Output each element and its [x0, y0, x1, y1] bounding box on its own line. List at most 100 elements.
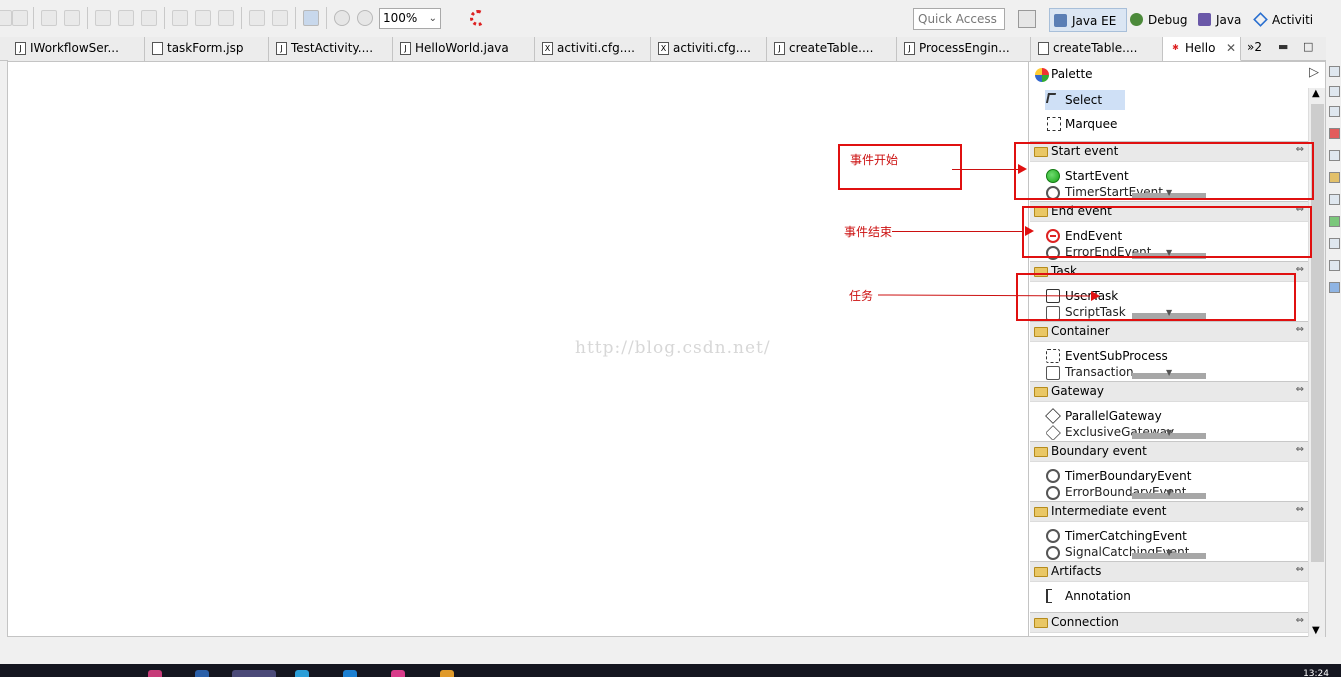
restore-icon[interactable]	[1329, 66, 1340, 77]
align-top-icon[interactable]	[172, 10, 188, 26]
scroll-up-icon[interactable]: ▲	[1312, 88, 1320, 99]
java-file-icon: J	[400, 42, 411, 55]
restore-icon[interactable]	[1329, 260, 1340, 271]
console-view-icon[interactable]	[1329, 194, 1340, 205]
open-perspective-icon[interactable]	[1018, 10, 1036, 28]
problems-view-icon[interactable]	[1329, 128, 1340, 139]
tab-createtable-java[interactable]: JcreateTable....	[767, 37, 897, 61]
restore-icon[interactable]	[1329, 106, 1340, 117]
taskbar-app-icon[interactable]	[343, 670, 357, 677]
taskbar-app-icon[interactable]	[148, 670, 162, 677]
tab-createtable-diagram[interactable]: createTable....	[1031, 37, 1163, 61]
scroll-down-icon[interactable]: ▼	[1312, 625, 1320, 636]
copy-icon[interactable]	[41, 10, 57, 26]
drawer-header[interactable]: Intermediate event ⇔	[1030, 501, 1308, 522]
search-view-icon[interactable]	[1329, 282, 1340, 293]
drawer-expand-bar[interactable]: ▼	[1132, 428, 1206, 439]
align-left-icon[interactable]	[95, 10, 111, 26]
restore-icon[interactable]	[1329, 238, 1340, 249]
select-tool[interactable]: Select	[1045, 90, 1125, 110]
drawer-header[interactable]: Gateway ⇔	[1030, 381, 1308, 402]
align-right-icon[interactable]	[141, 10, 157, 26]
pin-icon[interactable]: ⇔	[1296, 384, 1304, 395]
maximize-icon[interactable]: □	[1303, 40, 1313, 53]
align-bottom-icon[interactable]	[218, 10, 234, 26]
drawer-header[interactable]: Connection ⇔	[1030, 612, 1308, 633]
transaction-icon	[1046, 366, 1060, 380]
servers-view-icon[interactable]	[1329, 216, 1340, 227]
minimize-icon[interactable]: ▬	[1278, 40, 1288, 53]
chevron-down-icon[interactable]: ⌄	[429, 9, 437, 28]
tab-taskform-jsp[interactable]: taskForm.jsp	[145, 37, 269, 61]
redo-icon[interactable]	[12, 10, 28, 26]
zoom-combo[interactable]: 100% ⌄	[379, 8, 441, 29]
palette-item-parallelgateway[interactable]: ParallelGateway	[1045, 406, 1162, 426]
close-icon[interactable]: ✕	[1226, 37, 1236, 60]
perspective-activiti[interactable]: Activiti	[1250, 8, 1320, 32]
tab-label: IWorkflowSer...	[30, 41, 119, 55]
loading-spinner-icon	[470, 10, 486, 26]
zoom-out-icon[interactable]	[334, 10, 350, 26]
marquee-tool[interactable]: Marquee	[1045, 114, 1135, 134]
tabs-overflow-button[interactable]: »2	[1247, 40, 1262, 54]
zoom-in-icon[interactable]	[357, 10, 373, 26]
drawer-artifacts[interactable]: Artifacts ⇔ Annotation	[1030, 561, 1308, 611]
taskbar-app-icon[interactable]	[195, 670, 209, 677]
drawer-boundary-event[interactable]: Boundary event ⇔ TimerBoundaryEvent Error…	[1030, 441, 1308, 501]
tab-helloworld-java[interactable]: J HelloWorld.java	[393, 37, 535, 61]
activiti-icon	[1253, 12, 1268, 27]
align-middle-icon[interactable]	[195, 10, 211, 26]
align-center-icon[interactable]	[118, 10, 134, 26]
paste-icon[interactable]	[64, 10, 80, 26]
drawer-expand-bar[interactable]: ▼	[1132, 548, 1206, 559]
undo-icon[interactable]	[0, 10, 12, 26]
pin-icon[interactable]: ⇔	[1296, 504, 1304, 515]
drawer-expand-bar[interactable]: ▼	[1132, 488, 1206, 499]
pin-icon[interactable]: ⇔	[1296, 324, 1304, 335]
tasks-view-icon[interactable]	[1329, 172, 1340, 183]
drawer-header[interactable]: Boundary event ⇔	[1030, 441, 1308, 462]
tab-hello[interactable]: ✱ Hello ✕	[1163, 37, 1241, 61]
tab-testactivity[interactable]: J TestActivity....	[269, 37, 393, 61]
drawer-header[interactable]: Container ⇔	[1030, 321, 1308, 342]
pin-icon[interactable]: ⇔	[1296, 264, 1304, 275]
match-width-icon[interactable]	[272, 10, 288, 26]
perspective-debug[interactable]: Debug	[1126, 8, 1190, 32]
palette-item-timercatchingevent[interactable]: TimerCatchingEvent	[1046, 526, 1187, 546]
tab-activiti-cfg-1[interactable]: Xactiviti.cfg....	[535, 37, 651, 61]
highlight-box	[1014, 142, 1314, 200]
error-boundary-icon	[1046, 486, 1060, 500]
drawer-intermediate-event[interactable]: Intermediate event ⇔ TimerCatchingEvent S…	[1030, 501, 1308, 561]
perspective-label: Debug	[1148, 13, 1188, 27]
outline-view-icon[interactable]	[1329, 86, 1340, 97]
export-icon[interactable]	[303, 10, 319, 26]
tab-processengine[interactable]: J ProcessEngin...	[897, 37, 1031, 61]
pin-icon[interactable]: ⇔	[1296, 444, 1304, 455]
taskbar-app-icon[interactable]	[440, 670, 454, 677]
drawer-container[interactable]: Container ⇔ EventSubProcess Transaction ▼	[1030, 321, 1308, 381]
perspective-java-ee[interactable]: Java EE	[1049, 8, 1127, 32]
drawer-label: Gateway	[1051, 384, 1105, 398]
taskbar-app-icon[interactable]	[295, 670, 309, 677]
pin-icon[interactable]: ⇔	[1296, 615, 1304, 626]
palette-item-annotation[interactable]: Annotation	[1046, 586, 1131, 606]
drawer-connection[interactable]: Connection ⇔	[1030, 612, 1308, 634]
taskbar-app-eclipse[interactable]	[232, 670, 276, 677]
palette-item-eventsubprocess[interactable]: EventSubProcess	[1046, 346, 1168, 366]
tab-iworkflowservice[interactable]: J IWorkflowSer...	[8, 37, 145, 61]
drawer-label: Container	[1051, 324, 1110, 338]
tab-activiti-cfg-2[interactable]: Xactiviti.cfg....	[651, 37, 767, 61]
drawer-header[interactable]: Artifacts ⇔	[1030, 561, 1308, 582]
chevron-right-icon[interactable]: ▷	[1309, 65, 1319, 80]
taskbar-app-icon[interactable]	[391, 670, 405, 677]
perspective-java[interactable]: Java	[1194, 8, 1248, 32]
palette-item-transaction[interactable]: Transaction	[1046, 364, 1134, 380]
properties-view-icon[interactable]	[1329, 150, 1340, 161]
drawer-expand-bar[interactable]: ▼	[1132, 368, 1206, 379]
match-height-icon[interactable]	[249, 10, 265, 26]
palette-item-timerboundaryevent[interactable]: TimerBoundaryEvent	[1046, 466, 1191, 486]
pin-icon[interactable]: ⇔	[1296, 564, 1304, 575]
quick-access-input[interactable]: Quick Access	[913, 8, 1005, 30]
drawer-gateway[interactable]: Gateway ⇔ ParallelGateway ExclusiveGatewa…	[1030, 381, 1308, 441]
tool-label: Select	[1065, 93, 1103, 107]
